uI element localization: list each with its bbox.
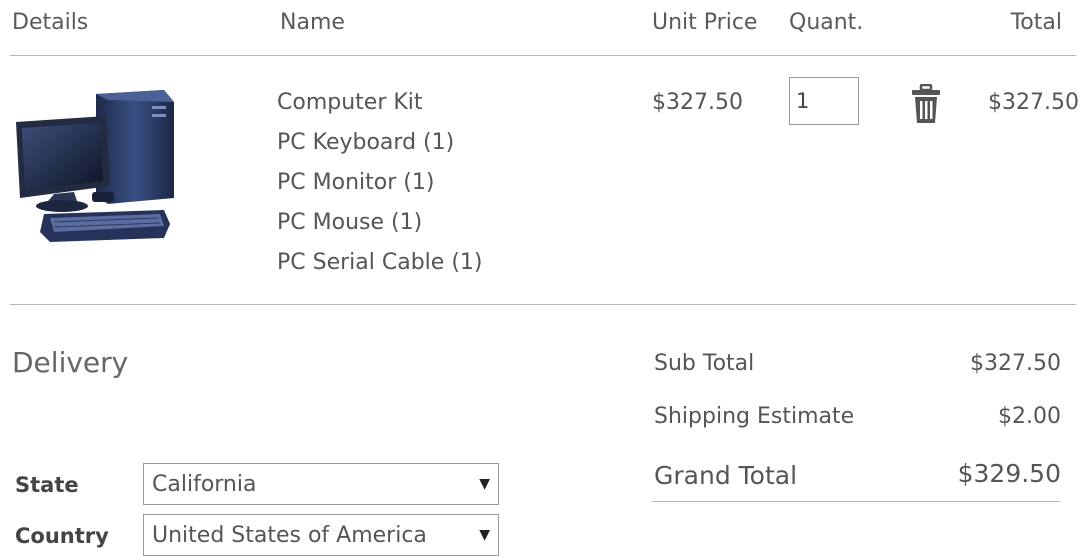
product-image bbox=[14, 86, 174, 246]
header-quantity: Quant. bbox=[789, 10, 864, 35]
grand-total-label: Grand Total bbox=[654, 461, 798, 490]
header-divider bbox=[10, 55, 1076, 56]
state-select-value: California bbox=[152, 471, 257, 497]
item-total: $327.50 bbox=[988, 90, 1079, 115]
state-select[interactable]: California ▼ bbox=[143, 463, 499, 505]
header-name: Name bbox=[280, 10, 345, 35]
item-name-list: Computer Kit PC Keyboard (1) PC Monitor … bbox=[277, 83, 482, 283]
item-name-line: PC Serial Cable (1) bbox=[277, 250, 483, 275]
dropdown-arrow-icon: ▼ bbox=[479, 527, 490, 543]
item-name-line: PC Keyboard (1) bbox=[277, 130, 455, 155]
country-select-value: United States of America bbox=[152, 522, 427, 548]
shipping-value: $2.00 bbox=[998, 404, 1061, 429]
grand-total-divider bbox=[652, 501, 1060, 502]
delete-item-button[interactable] bbox=[910, 83, 942, 124]
delivery-title: Delivery bbox=[12, 346, 129, 379]
subtotal-label: Sub Total bbox=[654, 351, 755, 376]
dropdown-arrow-icon: ▼ bbox=[479, 476, 490, 492]
item-name-line: PC Mouse (1) bbox=[277, 210, 423, 235]
trash-icon bbox=[912, 83, 940, 123]
item-unit-price: $327.50 bbox=[652, 90, 743, 115]
item-divider bbox=[10, 304, 1076, 305]
desktop-computer-icon bbox=[16, 90, 174, 242]
header-total: Total bbox=[1010, 10, 1062, 35]
grand-total-value: $329.50 bbox=[957, 459, 1061, 488]
shipping-label: Shipping Estimate bbox=[654, 404, 855, 429]
quantity-input[interactable] bbox=[789, 77, 859, 125]
header-details: Details bbox=[12, 10, 89, 35]
item-name-line: PC Monitor (1) bbox=[277, 170, 435, 195]
country-select[interactable]: United States of America ▼ bbox=[143, 514, 499, 556]
subtotal-value: $327.50 bbox=[970, 351, 1061, 376]
country-label: Country bbox=[15, 524, 109, 548]
header-unit-price: Unit Price bbox=[652, 10, 758, 35]
item-name-line: Computer Kit bbox=[277, 90, 423, 115]
state-label: State bbox=[15, 473, 79, 497]
